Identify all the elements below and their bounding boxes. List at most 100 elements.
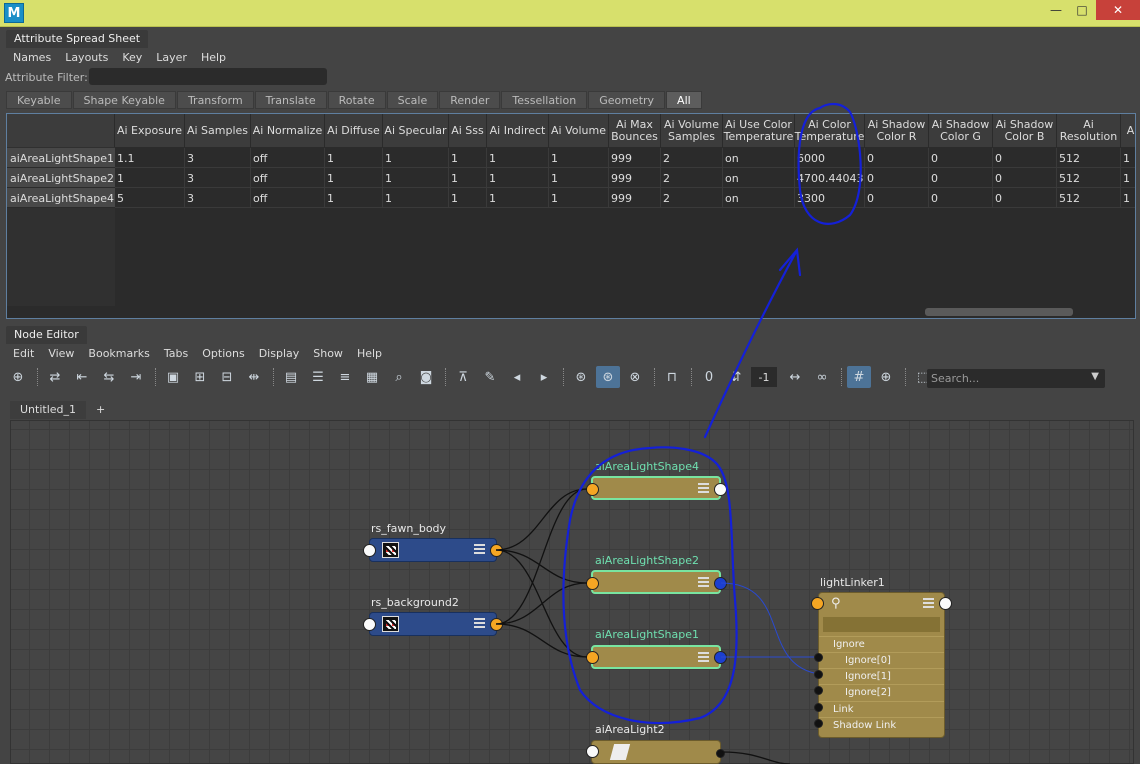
table-cell[interactable]: 512 — [1057, 188, 1121, 208]
column-header[interactable]: Ai Shadow Color G — [929, 114, 993, 147]
input-port[interactable] — [811, 597, 824, 610]
node-aiAreaLightShape4[interactable] — [591, 476, 721, 500]
node-stack-icon[interactable] — [923, 598, 934, 609]
column-header[interactable]: Ai Sss — [449, 114, 487, 147]
table-cell[interactable]: 1 — [449, 188, 487, 208]
output-port[interactable] — [714, 483, 727, 496]
table-cell[interactable]: on — [723, 188, 795, 208]
input-port[interactable] — [586, 745, 599, 758]
next-icon[interactable]: ▸ — [532, 366, 556, 388]
column-header[interactable]: Ai Resolution — [1057, 114, 1121, 147]
table-cell[interactable]: 1 — [383, 188, 449, 208]
table-cell[interactable]: 1 — [1121, 188, 1135, 208]
input-port-shadow-link[interactable] — [814, 719, 823, 728]
tab-render[interactable]: Render — [439, 91, 501, 109]
tab-geometry[interactable]: Geometry — [588, 91, 666, 109]
table-cell[interactable]: 0 — [865, 148, 929, 168]
output-port[interactable] — [714, 651, 727, 664]
attribute-filter-input[interactable] — [89, 68, 327, 85]
column-header[interactable]: Ai Shadow Color B — [993, 114, 1057, 147]
previous-icon[interactable]: ◂ — [505, 366, 529, 388]
menu-key[interactable]: Key — [115, 51, 149, 64]
node-lightLinker1[interactable]: ⚲ Ignore Ignore[0] Ignore[1] Ignore[2] L… — [818, 592, 945, 738]
node-aiAreaLight2[interactable] — [591, 740, 721, 764]
input-port[interactable] — [363, 544, 376, 557]
menu-display[interactable]: Display — [252, 347, 307, 360]
table-cell[interactable]: 1 — [449, 168, 487, 188]
maximize-button[interactable]: □ — [1072, 0, 1092, 20]
menu-edit[interactable]: Edit — [6, 347, 41, 360]
tab-rotate[interactable]: Rotate — [327, 91, 386, 109]
table-cell[interactable]: 1 — [487, 168, 549, 188]
frame-selected-icon[interactable]: ⊞ — [188, 366, 212, 388]
node-rs-fawn-body[interactable] — [369, 538, 497, 562]
attr-link[interactable]: Link — [819, 701, 944, 717]
input-port-ignore2[interactable] — [814, 686, 823, 695]
table-cell[interactable]: 3 — [185, 148, 251, 168]
table-cell[interactable]: 1 — [383, 168, 449, 188]
table-cell[interactable]: 0 — [993, 168, 1057, 188]
output-connections-icon[interactable]: ⇥ — [124, 366, 148, 388]
menu-view[interactable]: View — [41, 347, 81, 360]
table-cell[interactable]: 1 — [1121, 148, 1135, 168]
column-header[interactable]: Ai Samples — [185, 114, 251, 147]
table-cell[interactable]: 6000 — [795, 148, 865, 168]
table-cell[interactable]: 0 — [929, 168, 993, 188]
row-header[interactable]: aiAreaLightShape2 — [7, 168, 115, 188]
input-output-icon[interactable]: ⇆ — [97, 366, 121, 388]
chevron-down-icon[interactable]: ▼ — [1091, 371, 1099, 382]
column-header[interactable]: Ai Volume — [549, 114, 609, 147]
node-search-input[interactable]: Search... ▼ — [927, 369, 1105, 388]
table-cell[interactable]: 512 — [1057, 168, 1121, 188]
table-cell[interactable]: 2 — [661, 168, 723, 188]
attr-shadow-link[interactable]: Shadow Link — [819, 717, 944, 733]
menu-layouts[interactable]: Layouts — [58, 51, 115, 64]
horizontal-scrollbar[interactable] — [7, 306, 1135, 318]
custom-mode-icon[interactable]: ▦ — [360, 366, 384, 388]
menu-bookmarks[interactable]: Bookmarks — [81, 347, 156, 360]
output-port[interactable] — [716, 749, 725, 758]
table-cell[interactable]: 1 — [115, 168, 185, 188]
table-cell[interactable]: 2 — [661, 188, 723, 208]
full-mode-icon[interactable]: ≡ — [333, 366, 357, 388]
table-cell[interactable]: 1 — [549, 148, 609, 168]
node-stack-icon[interactable] — [698, 483, 709, 494]
input-port[interactable] — [586, 651, 599, 664]
table-cell[interactable]: off — [251, 168, 325, 188]
node-aiAreaLightShape1[interactable] — [591, 645, 721, 669]
minimize-button[interactable]: — — [1046, 0, 1066, 20]
node-stack-icon[interactable] — [474, 618, 485, 629]
input-port[interactable] — [363, 618, 376, 631]
table-cell[interactable]: 999 — [609, 188, 661, 208]
column-header[interactable]: A — [1121, 114, 1135, 147]
simple-mode-icon[interactable]: ▤ — [279, 366, 303, 388]
table-cell[interactable]: 0 — [865, 188, 929, 208]
column-header[interactable]: Ai Normalize — [251, 114, 325, 147]
input-port-ignore1[interactable] — [814, 670, 823, 679]
menu-help[interactable]: Help — [194, 51, 233, 64]
node-stack-icon[interactable] — [698, 577, 709, 588]
tab-untitled-1[interactable]: Untitled_1 — [10, 401, 87, 419]
input-port-ignore0[interactable] — [814, 653, 823, 662]
table-cell[interactable]: 512 — [1057, 148, 1121, 168]
search-icon[interactable]: ⌕ — [387, 366, 411, 388]
column-header[interactable]: Ai Specular — [383, 114, 449, 147]
column-header[interactable]: Ai Exposure — [115, 114, 185, 147]
table-cell[interactable]: 0 — [929, 148, 993, 168]
tab-tessellation[interactable]: Tessellation — [501, 91, 588, 109]
table-cell[interactable]: 3 — [185, 188, 251, 208]
connected-mode-icon[interactable]: ☰ — [306, 366, 330, 388]
menu-options[interactable]: Options — [195, 347, 251, 360]
row-header[interactable]: aiAreaLightShape1 — [7, 148, 115, 168]
input-port[interactable] — [586, 483, 599, 496]
table-cell[interactable]: on — [723, 168, 795, 188]
input-port[interactable] — [586, 577, 599, 590]
menu-show[interactable]: Show — [306, 347, 350, 360]
menu-tabs[interactable]: Tabs — [157, 347, 195, 360]
table-cell[interactable]: 3300 — [795, 188, 865, 208]
table-cell[interactable]: 1 — [325, 168, 383, 188]
table-cell[interactable]: 5 — [115, 188, 185, 208]
spacing-field[interactable]: -1 — [751, 367, 777, 387]
column-header[interactable]: Ai Use Color Temperature — [723, 114, 795, 147]
table-cell[interactable]: 1 — [325, 188, 383, 208]
